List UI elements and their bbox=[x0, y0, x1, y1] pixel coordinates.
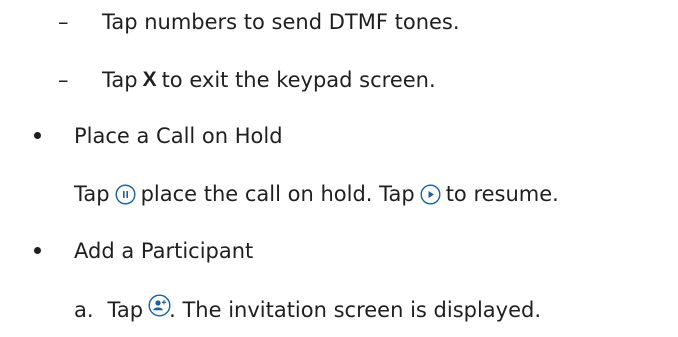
dtmf-text: Tap numbers to send DTMF tones. bbox=[102, 10, 460, 34]
step-marker: a. bbox=[74, 298, 94, 322]
exit-instruction: Tap X to exit the keypad screen. bbox=[102, 68, 436, 92]
participant-heading: Add a Participant bbox=[74, 239, 253, 263]
bullet bbox=[34, 132, 41, 139]
pause-icon bbox=[115, 183, 136, 205]
hold-instruction: Tap place the call on hold. Tap to resum… bbox=[74, 182, 559, 206]
participant-part1: Tap bbox=[107, 298, 144, 322]
hold-part3: to resume. bbox=[445, 182, 559, 206]
participant-step: a. Tap . The invitation screen is displa… bbox=[74, 293, 542, 322]
participant-part2: . The invitation screen is displayed. bbox=[169, 298, 542, 322]
hold-part1: Tap bbox=[74, 182, 110, 206]
exit-prefix: Tap bbox=[102, 68, 138, 92]
exit-key: X bbox=[142, 68, 157, 91]
participant-heading-text: Add a Participant bbox=[74, 239, 254, 263]
dash-marker: – bbox=[58, 68, 69, 92]
exit-suffix: to exit the keypad screen. bbox=[161, 68, 436, 92]
hold-part2: place the call on hold. Tap bbox=[140, 182, 415, 206]
hold-heading-text: Place a Call on Hold bbox=[74, 124, 283, 148]
add-participant-icon bbox=[148, 293, 171, 317]
bullet bbox=[34, 247, 41, 254]
hold-heading: Place a Call on Hold bbox=[74, 124, 283, 148]
dtmf-instruction: Tap numbers to send DTMF tones. bbox=[102, 10, 460, 34]
dash-marker: – bbox=[58, 10, 69, 34]
play-icon bbox=[420, 183, 441, 205]
